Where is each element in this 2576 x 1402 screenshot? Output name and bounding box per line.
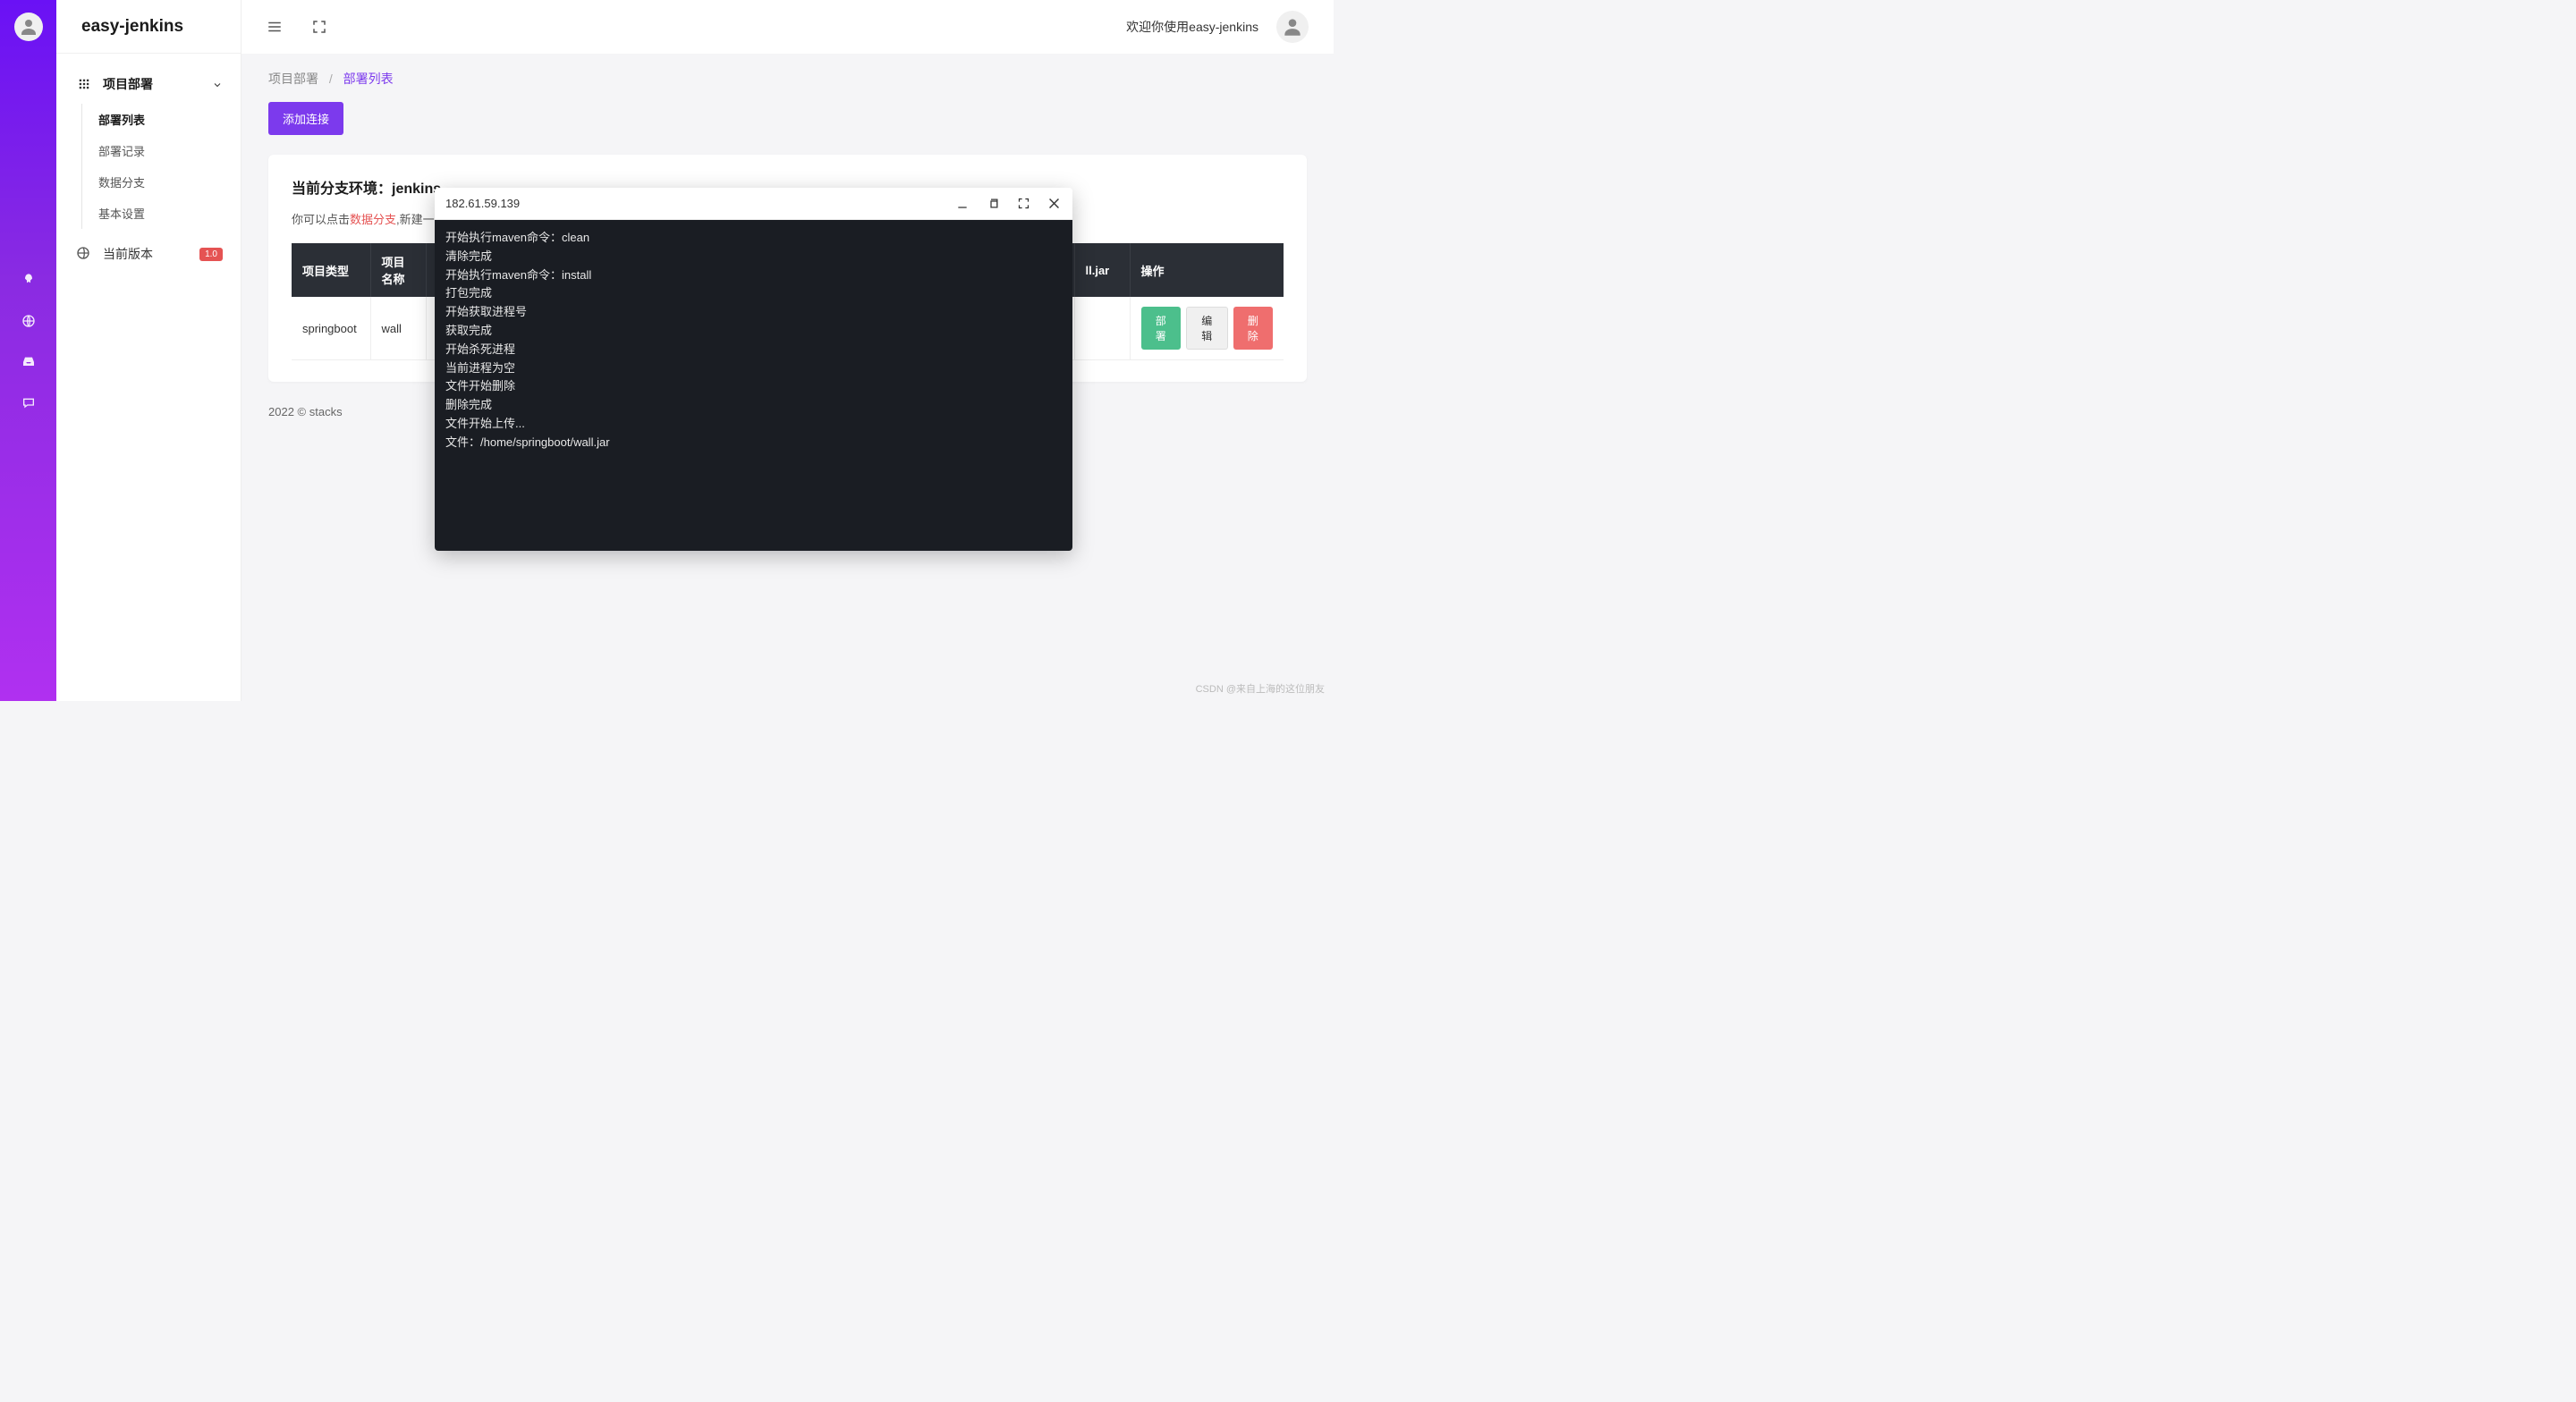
chevron-down-icon <box>212 79 223 89</box>
term-line: 获取完成 <box>445 322 1062 341</box>
add-connection-button[interactable]: 添加连接 <box>268 102 343 135</box>
hint-prefix: 你可以点击 <box>292 213 350 226</box>
terminal-body[interactable]: 开始执行maven命令：clean 清除完成 开始执行maven命令：insta… <box>435 220 1072 551</box>
sidebar: easy-jenkins 项目部署 部署列表 部署记录 数据分支 基本设置 当前… <box>56 0 242 701</box>
minimize-icon[interactable] <box>954 196 970 212</box>
nav-version[interactable]: 当前版本 1.0 <box>56 234 241 274</box>
term-line: 文件：/home/springboot/wall.jar <box>445 434 1062 452</box>
watermark: CSDN @来自上海的这位朋友 <box>1196 681 1325 696</box>
user-avatar[interactable] <box>1276 11 1309 43</box>
nav-parent-label: 项目部署 <box>103 75 212 93</box>
nav-child-data-branch[interactable]: 数据分支 <box>82 166 241 198</box>
welcome-text: 欢迎你使用easy-jenkins <box>1126 18 1258 36</box>
chat-icon[interactable] <box>21 395 37 411</box>
td-actions: 部署 编辑 删除 <box>1130 297 1284 360</box>
term-line: 开始杀死进程 <box>445 341 1062 359</box>
grid-icon <box>76 76 92 92</box>
rail-avatar[interactable] <box>14 13 43 41</box>
restore-icon[interactable] <box>985 196 1001 212</box>
breadcrumb: 项目部署 / 部署列表 <box>268 70 1307 88</box>
nav-child-basic-settings[interactable]: 基本设置 <box>82 198 241 229</box>
th-name: 项目名称 <box>370 243 426 297</box>
nav-child-deploy-list[interactable]: 部署列表 <box>82 104 241 135</box>
term-line: 文件开始上传... <box>445 415 1062 434</box>
td-type: springboot <box>292 297 370 360</box>
deploy-button[interactable]: 部署 <box>1141 307 1182 350</box>
th-actions: 操作 <box>1130 243 1284 297</box>
term-line: 打包完成 <box>445 284 1062 303</box>
td-name: wall <box>370 297 426 360</box>
term-line: 开始执行maven命令：clean <box>445 229 1062 248</box>
terminal-window[interactable]: 182.61.59.139 开始执行maven命令：clean 清除完成 开始执… <box>435 188 1072 551</box>
icon-rail <box>0 0 56 701</box>
term-line: 删除完成 <box>445 396 1062 415</box>
hint-link[interactable]: 数据分支 <box>350 213 396 226</box>
terminal-title: 182.61.59.139 <box>445 197 954 210</box>
maximize-icon[interactable] <box>1015 196 1031 212</box>
nav-version-label: 当前版本 <box>103 245 199 263</box>
edit-button[interactable]: 编辑 <box>1186 307 1228 350</box>
inbox-icon[interactable] <box>21 354 37 370</box>
term-line: 清除完成 <box>445 248 1062 266</box>
term-line: 文件开始删除 <box>445 377 1062 396</box>
nav-parent-deploy[interactable]: 项目部署 <box>56 64 241 104</box>
breadcrumb-root[interactable]: 项目部署 <box>268 72 318 86</box>
breadcrumb-current: 部署列表 <box>343 72 394 86</box>
hamburger-icon[interactable] <box>267 19 283 35</box>
fullscreen-icon[interactable] <box>311 19 327 35</box>
delete-button[interactable]: 删除 <box>1233 307 1274 350</box>
breadcrumb-sep: / <box>329 72 333 86</box>
hint-suffix: ,新建一 <box>396 213 435 226</box>
globe-icon <box>76 246 92 262</box>
topbar: 欢迎你使用easy-jenkins <box>242 0 1334 54</box>
app-name: easy-jenkins <box>56 0 241 54</box>
td-file <box>1074 297 1130 360</box>
th-file: ll.jar <box>1074 243 1130 297</box>
term-line: 当前进程为空 <box>445 359 1062 378</box>
term-line: 开始执行maven命令：install <box>445 266 1062 285</box>
term-line: 开始获取进程号 <box>445 303 1062 322</box>
th-type: 项目类型 <box>292 243 370 297</box>
terminal-header[interactable]: 182.61.59.139 <box>435 188 1072 220</box>
globe-icon[interactable] <box>21 313 37 329</box>
rocket-icon[interactable] <box>21 272 37 288</box>
nav-child-deploy-records[interactable]: 部署记录 <box>82 135 241 166</box>
version-badge: 1.0 <box>199 248 223 261</box>
close-icon[interactable] <box>1046 196 1062 212</box>
